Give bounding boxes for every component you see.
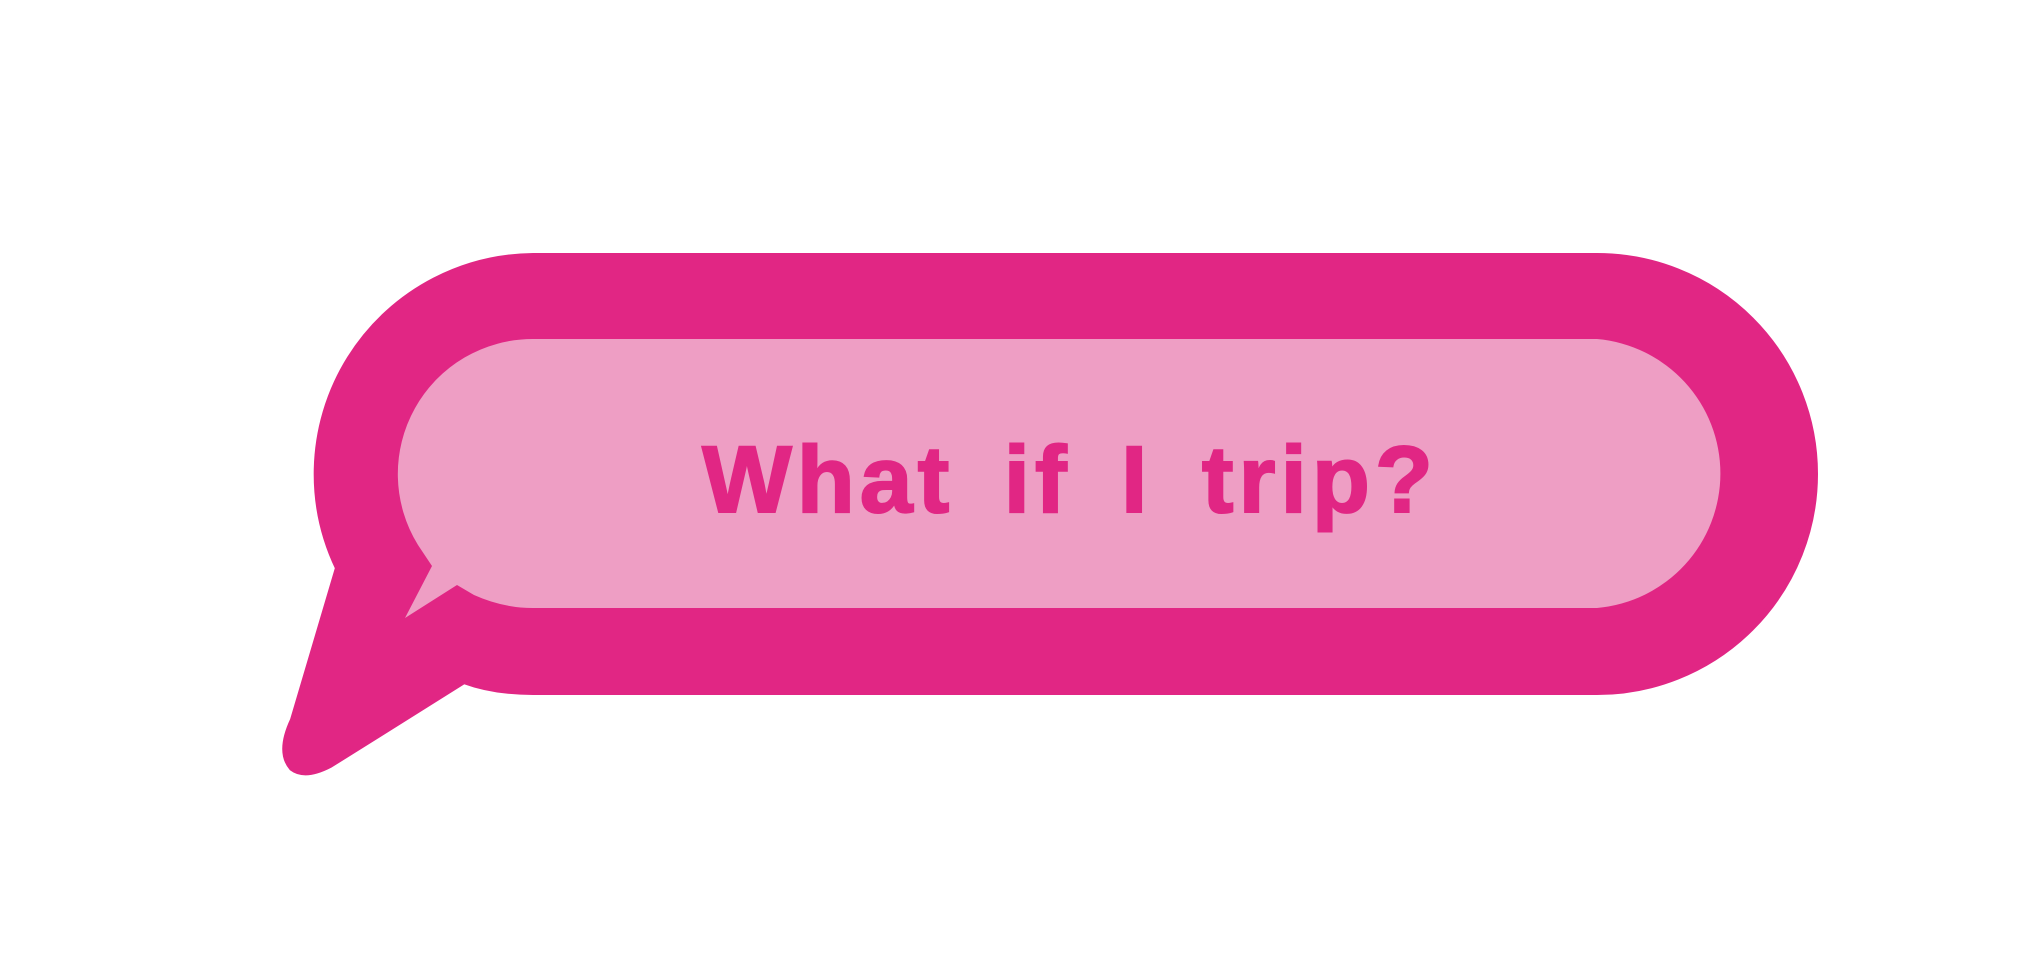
speech-bubble-text: What if I trip? — [701, 426, 1438, 534]
speech-bubble-illustration: What if I trip? — [0, 0, 2036, 960]
